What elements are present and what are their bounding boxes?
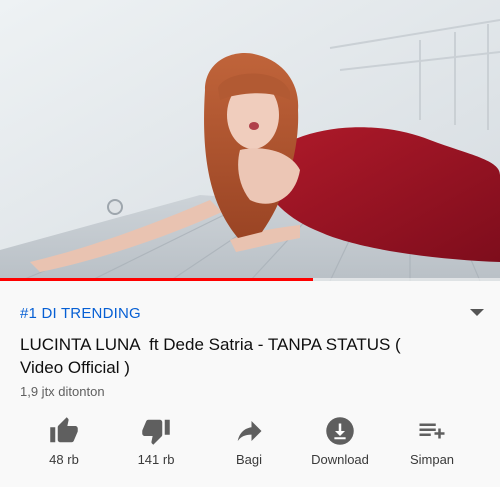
save-label: Simpan <box>409 452 455 467</box>
like-button[interactable]: 48 rb <box>24 416 104 472</box>
playlist-add-icon <box>419 423 445 439</box>
video-progress-bar[interactable] <box>0 278 500 281</box>
action-bar: 48 rb 141 rb Bagi Download Simpan <box>0 416 500 476</box>
trending-badge[interactable]: #1 DI TRENDING <box>20 305 141 322</box>
download-button[interactable]: Download <box>300 416 380 472</box>
thumb-down-icon <box>142 419 170 445</box>
share-button[interactable]: Bagi <box>209 416 289 472</box>
chevron-down-icon[interactable] <box>470 309 484 316</box>
share-arrow-icon <box>237 421 262 441</box>
share-label: Bagi <box>235 452 263 467</box>
dislike-count: 141 rb <box>137 452 175 467</box>
video-player[interactable] <box>0 0 500 281</box>
view-count: 1,9 jtx ditonton <box>20 384 105 399</box>
dislike-button[interactable]: 141 rb <box>116 416 196 472</box>
like-count: 48 rb <box>49 452 79 467</box>
video-title: LUCINTA LUNA ft Dede Satria - TANPA STAT… <box>20 335 406 377</box>
download-label: Download <box>311 452 369 467</box>
save-button[interactable]: Simpan <box>392 416 472 472</box>
video-progress-fill <box>0 278 313 281</box>
thumb-up-icon <box>50 417 78 443</box>
download-icon <box>326 417 354 445</box>
video-frame <box>0 0 500 281</box>
